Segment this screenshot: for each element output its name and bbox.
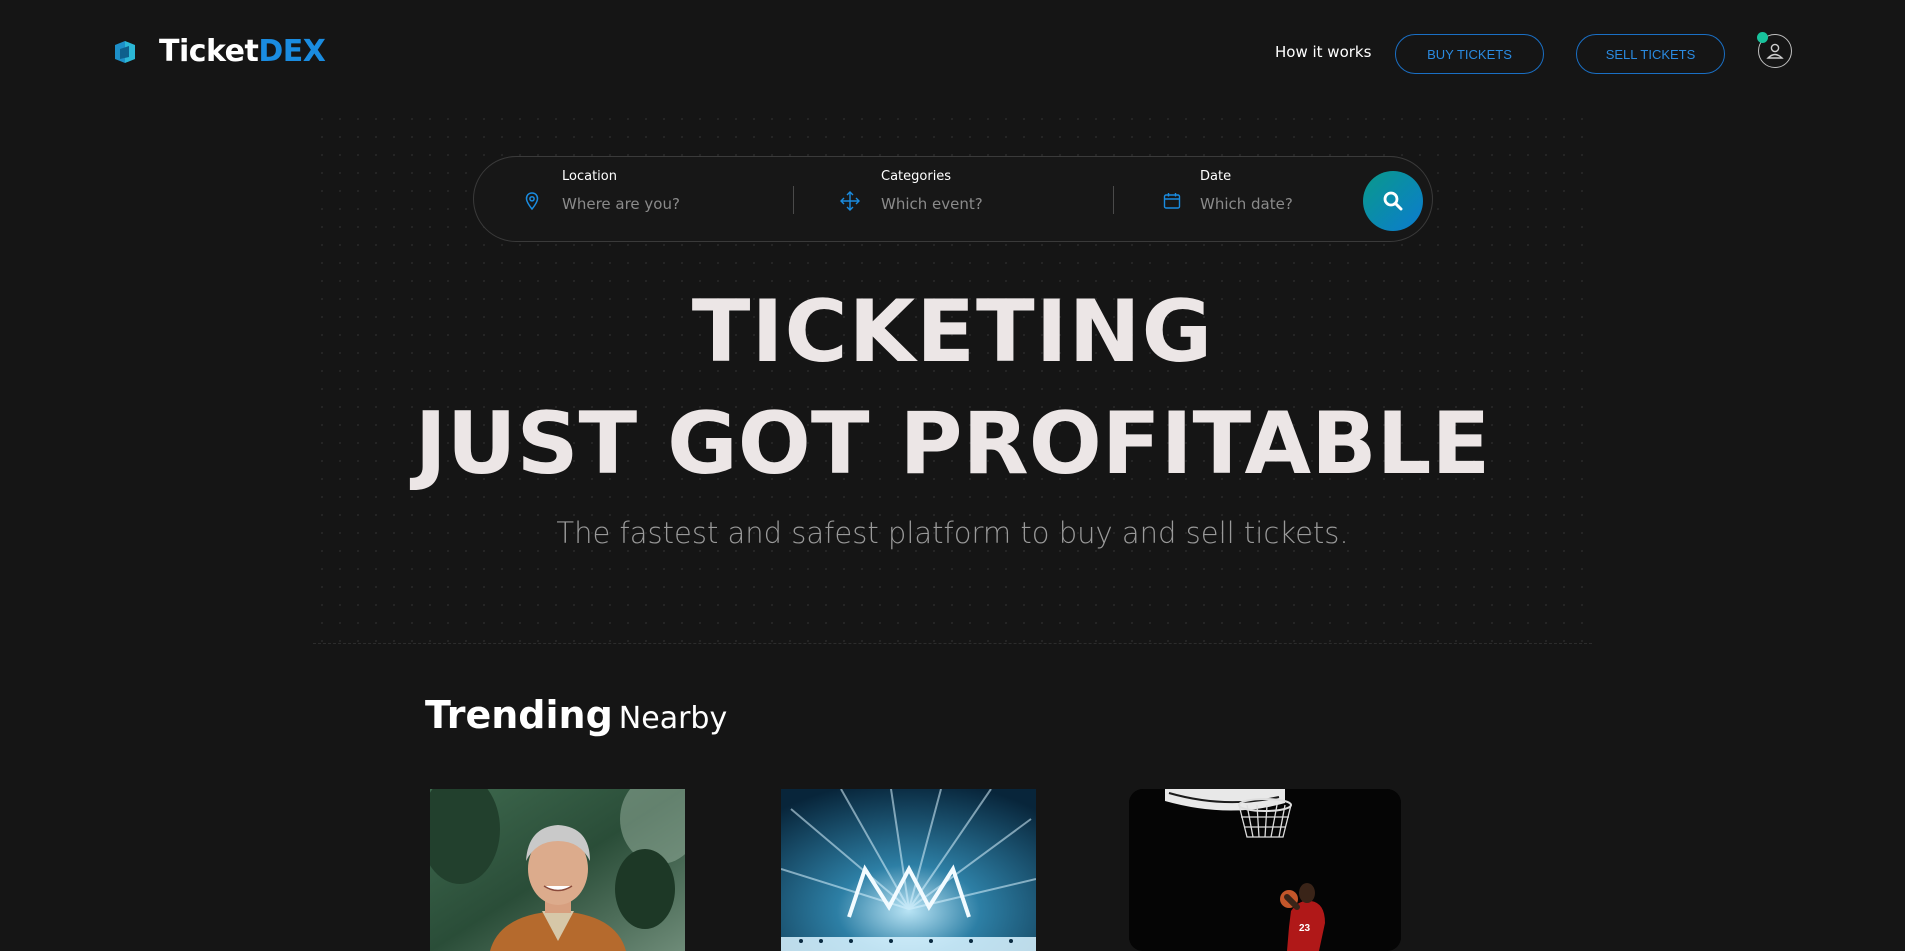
- trending-subtitle: Nearby: [618, 701, 728, 736]
- user-icon: [1766, 43, 1784, 59]
- location-field: Location: [474, 157, 794, 243]
- hero-headline-line2: JUST GOT PROFITABLE: [414, 394, 1491, 494]
- move-arrows-icon: [840, 191, 860, 211]
- location-input[interactable]: [562, 195, 762, 213]
- trending-heading: Trending Nearby: [425, 693, 727, 737]
- event-card-image: [430, 789, 685, 951]
- search-bar: Location Categories Date: [473, 156, 1433, 242]
- search-icon: [1383, 191, 1403, 211]
- date-label: Date: [1200, 169, 1232, 184]
- location-label: Location: [562, 169, 617, 184]
- hero-tagline: The fastest and safest platform to buy a…: [556, 516, 1349, 550]
- location-pin-icon: [525, 192, 539, 211]
- sell-tickets-button[interactable]: SELL TICKETS: [1576, 34, 1725, 74]
- online-status-dot: [1757, 32, 1768, 43]
- event-card[interactable]: [430, 789, 685, 951]
- search-button[interactable]: [1363, 171, 1423, 231]
- event-card[interactable]: 23: [1129, 789, 1401, 951]
- buy-tickets-button[interactable]: BUY TICKETS: [1395, 34, 1544, 74]
- logo-text-dex: DEX: [258, 34, 326, 69]
- trending-title: Trending: [425, 693, 613, 737]
- date-field: Date: [1114, 157, 1354, 243]
- section-divider: [313, 643, 1592, 644]
- categories-label: Categories: [881, 169, 952, 184]
- logo-text-ticket: Ticket: [159, 34, 259, 69]
- logo[interactable]: TicketDEX: [113, 34, 326, 69]
- event-card[interactable]: [781, 789, 1036, 951]
- categories-field: Categories: [794, 157, 1114, 243]
- site-header: TicketDEX How it works BUY TICKETS SELL …: [0, 0, 1905, 106]
- ticket-logo-icon: [115, 40, 135, 63]
- date-input[interactable]: [1200, 195, 1350, 213]
- event-card-image: [781, 789, 1036, 951]
- calendar-icon: [1163, 193, 1181, 209]
- event-card-image: 23: [1129, 789, 1401, 951]
- svg-text:23: 23: [1299, 923, 1311, 934]
- categories-input[interactable]: [881, 195, 1081, 213]
- logo-text: TicketDEX: [159, 34, 326, 69]
- hero-headline-line1: TICKETING: [691, 282, 1214, 382]
- how-it-works-link[interactable]: How it works: [1275, 43, 1371, 61]
